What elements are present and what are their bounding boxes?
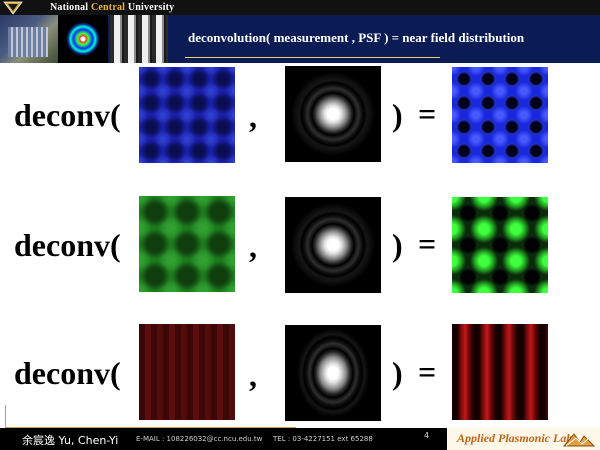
slide-title: deconvolution( measurement , PSF ) = nea…	[188, 30, 525, 45]
close-paren-row3: )	[392, 355, 403, 391]
deconv-label-row3: deconv(	[14, 355, 121, 391]
author-phone: TEL : 03-4227151 ext 65288	[273, 435, 373, 443]
equals-row2: =	[418, 226, 437, 262]
lab-banner: Applied Plasmonic Lab	[447, 428, 600, 450]
blue-result-image	[452, 67, 548, 163]
university-logo-icon	[3, 1, 23, 15]
equals-row1: =	[418, 96, 437, 132]
psf-image-row1	[285, 66, 381, 162]
pillar-array-image	[110, 15, 168, 63]
psf-image-row3	[285, 325, 381, 421]
close-paren-row2: )	[392, 227, 403, 263]
green-measurement-image	[139, 196, 235, 292]
ring-pattern-image	[58, 15, 108, 63]
deconv-label-row2: deconv(	[14, 227, 121, 263]
footer-bracket	[5, 405, 296, 428]
psf-image-row2	[285, 197, 381, 293]
green-result-image	[452, 197, 548, 293]
blue-measurement-image	[139, 67, 235, 163]
footer-bar: 余宸逸 Yu, Chen-Yi E-MAIL : 108226032@cc.nc…	[0, 428, 600, 450]
comma-row3: ,	[249, 357, 257, 393]
author-name: 余宸逸 Yu, Chen-Yi	[22, 434, 119, 447]
comma-row1: ,	[249, 98, 257, 134]
university-name: National Central University	[50, 2, 175, 13]
comma-row2: ,	[249, 228, 257, 264]
page-number: 4	[424, 431, 430, 440]
lab-logo-icon	[562, 433, 596, 447]
lab-name: Applied Plasmonic Lab	[457, 431, 573, 445]
deconv-label-row1: deconv(	[14, 97, 121, 133]
equals-row3: =	[418, 354, 437, 390]
title-underline	[185, 57, 440, 58]
top-bar: National Central University	[0, 0, 600, 15]
campus-building-image	[0, 15, 58, 63]
red-result-image	[452, 324, 548, 420]
author-email: E-MAIL : 108226032@cc.ncu.edu.tw	[136, 435, 263, 443]
close-paren-row1: )	[392, 97, 403, 133]
